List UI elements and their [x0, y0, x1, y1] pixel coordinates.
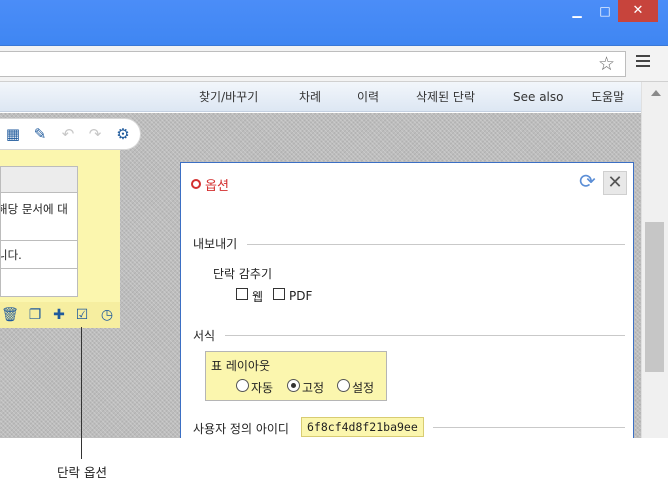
paragraph-action-bar: 🗑 ❐ ✚ ☑ ◷ [0, 302, 120, 328]
table-cell: 해당 문서에 대 [0, 192, 78, 241]
hide-web-checkbox[interactable] [236, 288, 248, 300]
nav-see-also[interactable]: See also [513, 82, 563, 112]
nav-contents[interactable]: 차례 [299, 82, 321, 112]
trash-icon[interactable]: 🗑 [1, 306, 19, 324]
undo-icon[interactable]: ↶ [59, 124, 77, 144]
dialog-title: 옵션 [205, 179, 229, 194]
copy-icon[interactable]: ❐ [26, 306, 44, 324]
minimize-button[interactable]: ▁ [565, 0, 589, 22]
options-circle-icon [191, 179, 201, 189]
paragraph-panel: 해당 문서에 대 니다. . [0, 150, 120, 327]
section-divider [225, 335, 625, 336]
user-id-label: 사용자 정의 아이디 [193, 422, 289, 436]
table-cell: . [0, 268, 78, 297]
redo-icon[interactable]: ↷ [86, 124, 104, 144]
hamburger-menu-icon[interactable] [636, 55, 650, 69]
nav-deleted-paragraphs[interactable]: 삭제된 단락 [416, 82, 475, 112]
layout-custom-label: 설정 [352, 381, 375, 395]
table-header-cell [0, 166, 78, 193]
browser-toolbar: ☆ [0, 46, 668, 82]
gear-icon[interactable]: ⚙ [114, 124, 132, 144]
address-bar[interactable]: ☆ [0, 51, 626, 77]
layout-auto-radio[interactable] [236, 379, 249, 392]
options-dialog: 옵션 ⟳ ✕ 내보내기 단락 감추기 웹 PDF 서식 표 레이아웃 자동 고정… [180, 162, 634, 438]
nav-find-replace[interactable]: 찾기/바꾸기 [199, 82, 258, 112]
hide-paragraph-label: 단락 감추기 [213, 267, 273, 281]
table-cell-text: . [2, 276, 76, 290]
table-layout-label: 표 레이아웃 [211, 359, 271, 373]
nav-history[interactable]: 이력 [357, 82, 379, 112]
format-section-label: 서식 [193, 327, 224, 344]
bookmark-star-icon[interactable]: ☆ [598, 54, 615, 74]
clock-icon[interactable]: ◷ [98, 306, 116, 324]
close-window-button[interactable]: ✕ [618, 0, 658, 22]
user-id-field[interactable]: 6f8cf4d8f21ba9ee [301, 417, 424, 437]
layout-auto-label: 자동 [251, 381, 274, 395]
close-dialog-button[interactable]: ✕ [603, 171, 627, 195]
vertical-scrollbar[interactable] [641, 82, 668, 438]
paragraph-table: 해당 문서에 대 니다. . [0, 166, 78, 297]
layout-fixed-label: 고정 [302, 381, 325, 395]
paste-icon[interactable]: ✚ [50, 306, 68, 324]
export-section-label: 내보내기 [193, 235, 246, 252]
section-divider [247, 244, 625, 245]
browser-window: ▁ □ ✕ ☆ 찾기/바꾸기 차례 이력 삭제된 단락 See also 도움말… [0, 0, 668, 482]
paragraph-edit-toolbar: ▦ ✎ ↶ ↷ ⚙ [0, 119, 140, 149]
hide-pdf-checkbox[interactable] [273, 288, 285, 300]
window-titlebar: ▁ □ ✕ [0, 0, 668, 46]
callout-label: 단락 옵션 [57, 465, 107, 480]
table-icon[interactable]: ▦ [4, 124, 22, 144]
table-cell-text: 해당 문서에 대 [0, 202, 68, 216]
table-cell-text: 니다. [2, 247, 22, 262]
site-navigation: 찾기/바꾸기 차례 이력 삭제된 단락 See also 도움말 [0, 82, 641, 112]
paragraph-options-icon[interactable]: ☑ [73, 306, 91, 324]
table-layout-box: 표 레이아웃 자동 고정 설정 [205, 351, 387, 401]
maximize-button[interactable]: □ [592, 0, 618, 22]
scroll-up-arrow-icon[interactable] [651, 90, 661, 96]
table-cell: 니다. [0, 240, 78, 269]
layout-fixed-radio[interactable] [287, 379, 300, 392]
hide-pdf-label: PDF [289, 289, 313, 303]
edit-icon[interactable]: ✎ [31, 124, 49, 144]
section-divider [433, 427, 625, 428]
refresh-icon[interactable]: ⟳ [579, 169, 596, 193]
nav-help[interactable]: 도움말 [591, 82, 624, 112]
layout-custom-radio[interactable] [337, 379, 350, 392]
callout-line [81, 327, 82, 459]
hide-web-label: 웹 [252, 290, 264, 304]
scrollbar-thumb[interactable] [645, 222, 664, 372]
